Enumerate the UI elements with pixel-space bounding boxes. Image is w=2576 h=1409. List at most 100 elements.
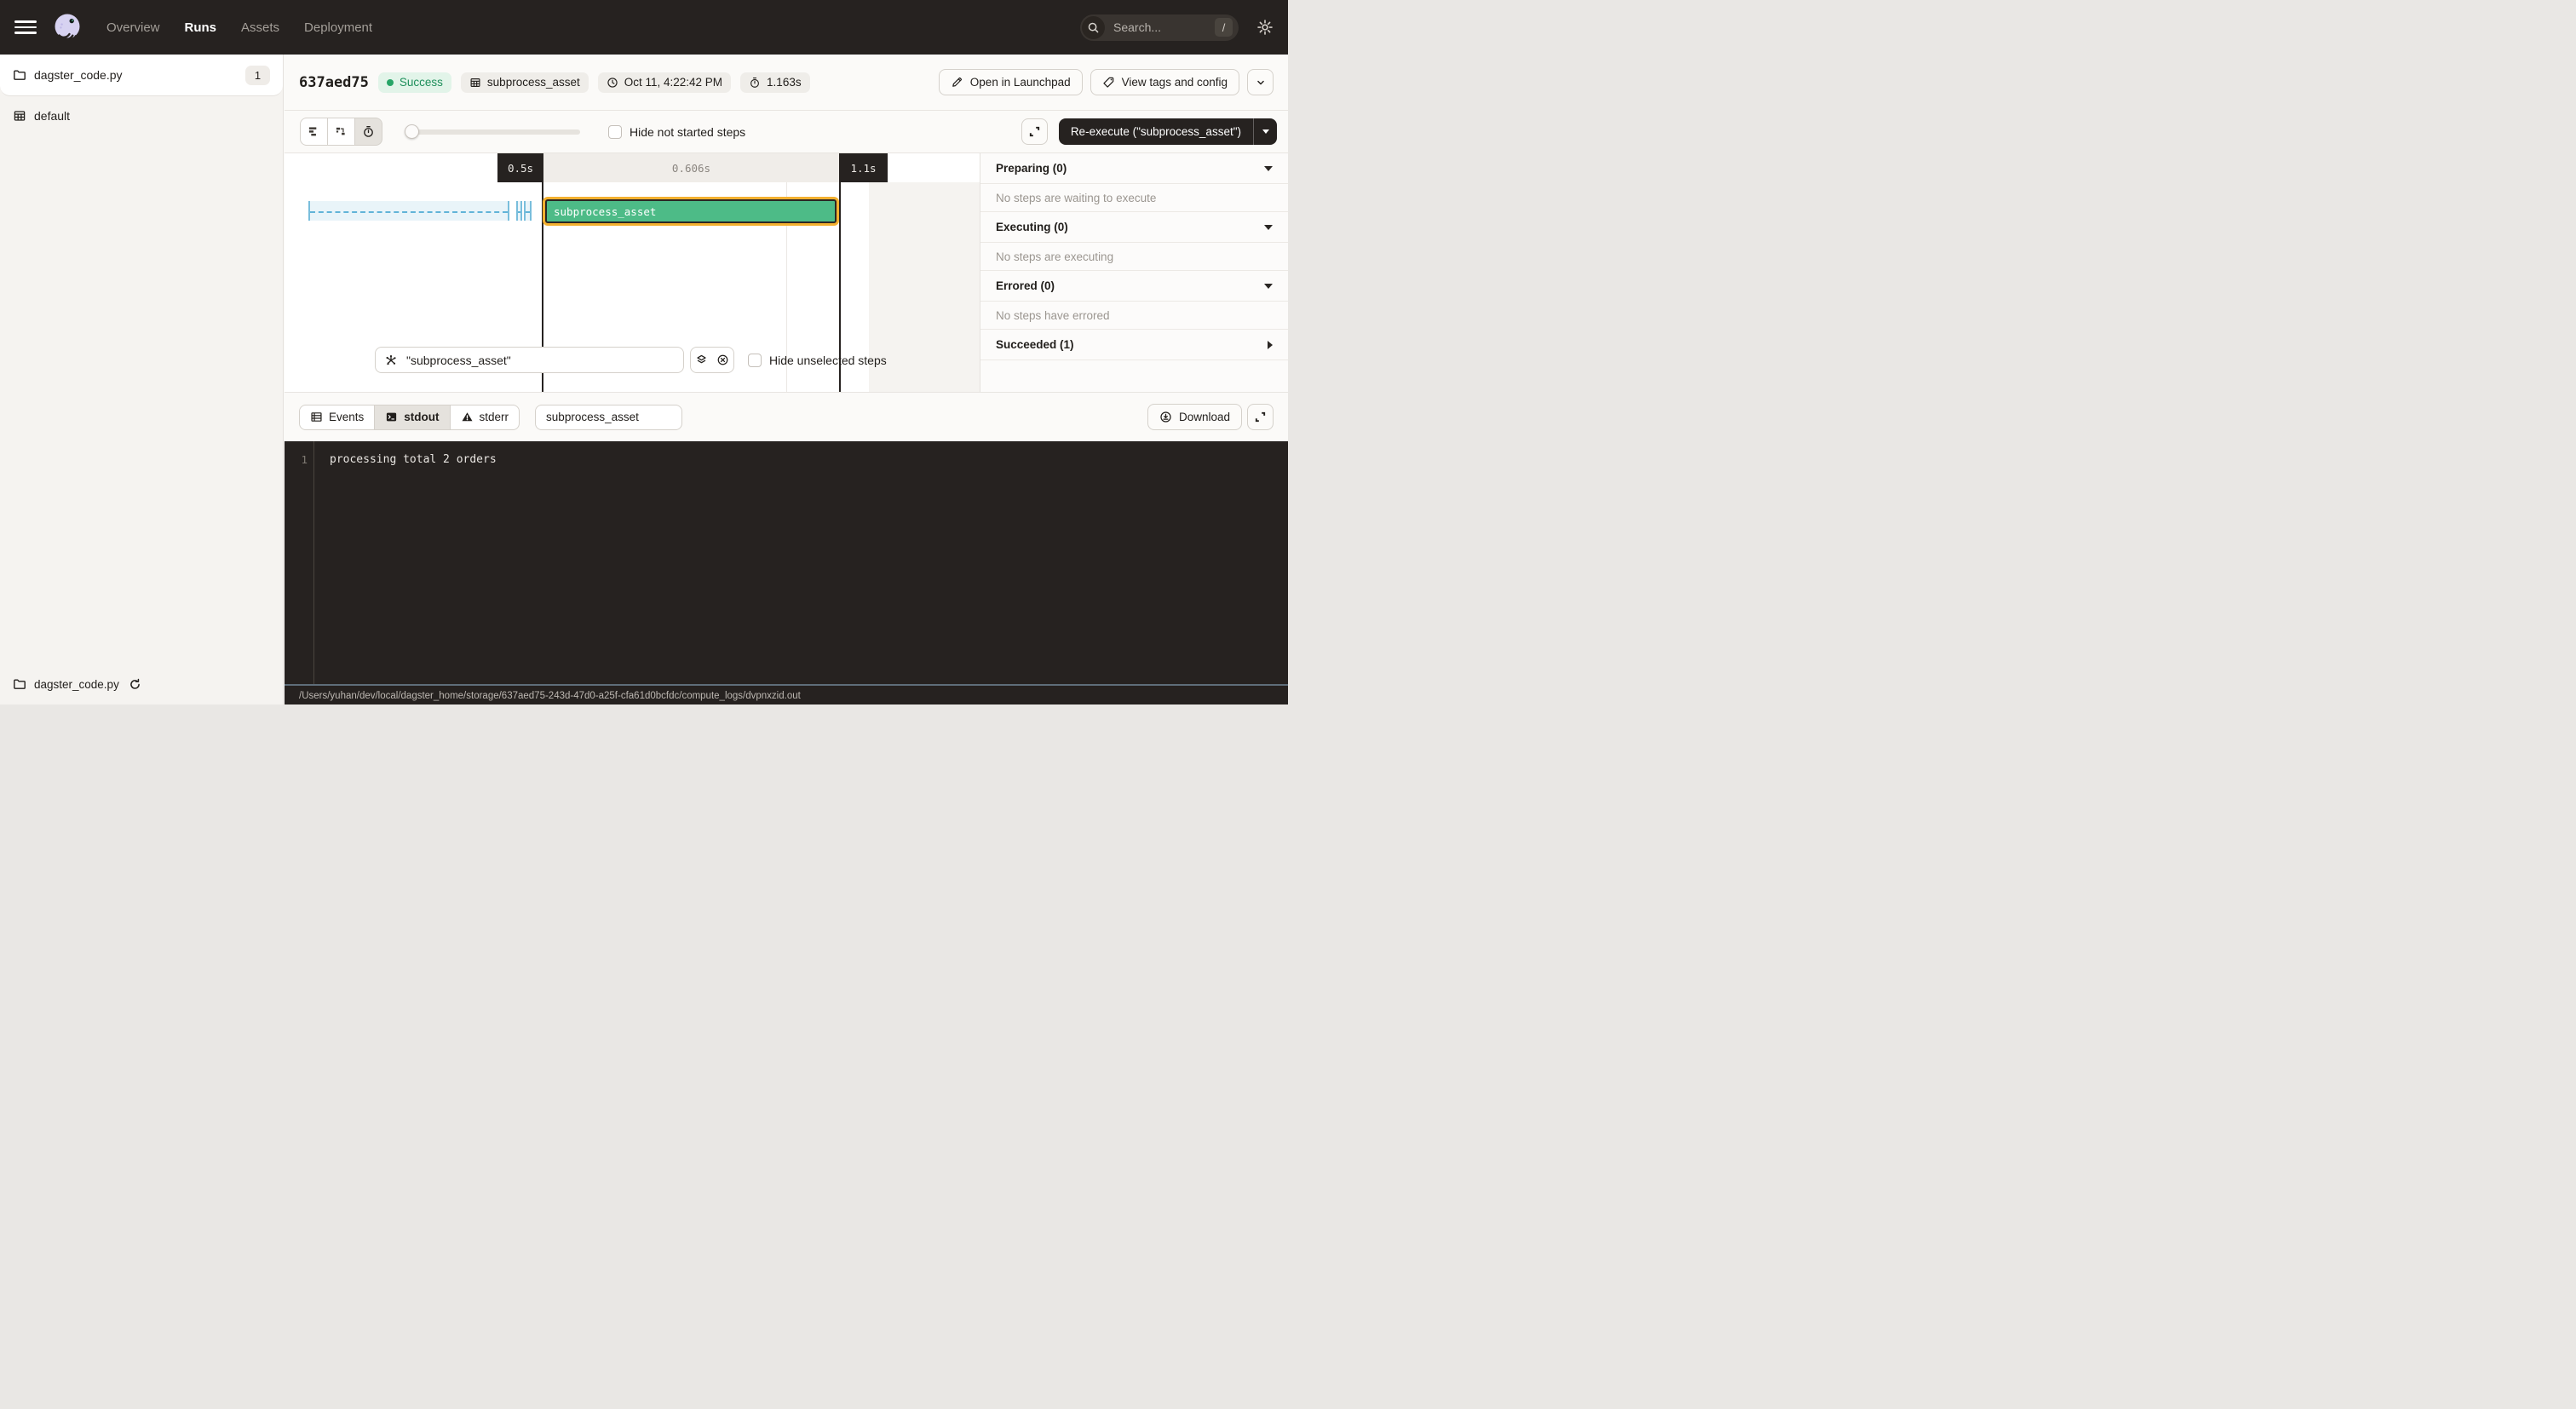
log-fullscreen-button[interactable] <box>1247 404 1274 430</box>
download-log-button[interactable]: Download <box>1147 404 1242 430</box>
fullscreen-icon <box>1254 411 1267 423</box>
nav-item-runs[interactable]: Runs <box>185 20 217 35</box>
tab-events-label: Events <box>329 411 364 423</box>
job-tag[interactable]: subprocess_asset <box>461 72 589 93</box>
repository-grid-icon <box>13 109 26 123</box>
flat-list-icon <box>308 125 320 138</box>
expand-triangle-icon <box>1268 341 1273 349</box>
log-gutter-divider <box>313 441 314 684</box>
apply-filter-layers-button[interactable] <box>691 348 712 372</box>
pencil-icon <box>951 76 963 89</box>
duration-tag: 1.163s <box>740 72 810 93</box>
sidebar-item-default-repo[interactable]: default <box>0 96 283 135</box>
code-location-item[interactable]: dagster_code.py 1 <box>0 55 283 96</box>
log-step-selector[interactable]: subprocess_asset <box>535 405 682 430</box>
tag-icon <box>1102 76 1115 89</box>
gantt-view-mode-group <box>300 118 382 146</box>
nav-item-deployment[interactable]: Deployment <box>304 20 372 35</box>
caret-down-icon <box>1262 129 1269 134</box>
section-title: Preparing (0) <box>996 162 1067 175</box>
reload-icon[interactable] <box>129 678 141 691</box>
repository-label: default <box>34 109 70 123</box>
panel-section-errored-body: No steps have errored <box>980 302 1288 330</box>
reexecute-label[interactable]: Re-execute ("subprocess_asset") <box>1059 118 1253 145</box>
global-search[interactable]: / <box>1080 14 1239 41</box>
nav-item-overview[interactable]: Overview <box>106 20 160 35</box>
gantt-duration-strip: 0.606s <box>543 153 839 182</box>
primary-nav: Overview Runs Assets Deployment <box>106 20 372 35</box>
gantt-zoom-slider-handle[interactable] <box>405 124 419 139</box>
search-input[interactable] <box>1112 20 1215 35</box>
gantt-chart[interactable]: 0.606s 0.5s 1.1s subprocess_asset <box>285 153 980 392</box>
log-line-text: processing total 2 orders <box>330 452 497 468</box>
left-sidebar: dagster_code.py 1 default dagster_code.p… <box>0 55 284 704</box>
tab-stdout-label: stdout <box>404 411 439 423</box>
gantt-zoom-slider[interactable] <box>406 129 580 135</box>
chevron-down-icon <box>1255 77 1267 89</box>
log-tab-group: Events stdout stderr <box>299 405 520 430</box>
panel-section-succeeded[interactable]: Succeeded (1) <box>980 330 1288 360</box>
open-in-launchpad-button[interactable]: Open in Launchpad <box>939 69 1083 95</box>
start-time-label: Oct 11, 4:22:42 PM <box>624 76 722 89</box>
log-line-number: 1 <box>285 452 308 468</box>
layers-icon <box>695 354 708 366</box>
section-title: Succeeded (1) <box>996 338 1074 351</box>
tab-events[interactable]: Events <box>299 405 375 430</box>
log-step-selector-value: subprocess_asset <box>546 411 639 423</box>
events-table-icon <box>310 411 323 423</box>
collapse-triangle-icon <box>1264 166 1273 171</box>
hide-unselected-checkbox[interactable] <box>748 354 762 367</box>
reexecute-dropdown-button[interactable] <box>1254 118 1277 145</box>
tab-stdout[interactable]: stdout <box>375 405 450 430</box>
dagster-logo-icon[interactable] <box>50 10 84 44</box>
log-actions: Download <box>1147 404 1274 430</box>
hide-unselected-checkbox-row[interactable]: Hide unselected steps <box>748 354 887 367</box>
gantt-start-marker-label: 0.5s <box>508 162 533 175</box>
stdout-log-viewer[interactable]: 1 processing total 2 orders <box>285 441 1288 684</box>
search-icon <box>1082 16 1105 39</box>
gantt-step-bar-subprocess-asset[interactable]: subprocess_asset <box>545 199 837 223</box>
status-dot-icon <box>387 79 394 86</box>
hide-not-started-checkbox[interactable] <box>608 125 622 139</box>
section-empty-text: No steps are waiting to execute <box>996 192 1156 204</box>
folder-icon <box>13 68 26 82</box>
view-mode-waterfall-button[interactable] <box>328 118 355 146</box>
gantt-duration-label: 0.606s <box>672 162 710 175</box>
step-filter-input[interactable] <box>405 353 675 368</box>
hide-not-started-checkbox-row[interactable]: Hide not started steps <box>608 125 745 139</box>
run-more-actions-button[interactable] <box>1247 69 1274 95</box>
collapse-triangle-icon <box>1264 225 1273 230</box>
section-title: Errored (0) <box>996 279 1055 292</box>
clear-filter-button[interactable] <box>712 348 733 372</box>
view-tags-config-button[interactable]: View tags and config <box>1090 69 1239 95</box>
gantt-start-marker: 0.5s <box>497 153 543 182</box>
tab-stderr[interactable]: stderr <box>451 405 520 430</box>
step-status-panel: Preparing (0) No steps are waiting to ex… <box>980 153 1288 392</box>
run-id: 637aed75 <box>299 74 369 91</box>
warning-triangle-icon <box>461 411 474 423</box>
tab-stderr-label: stderr <box>480 411 509 423</box>
step-filter-input-wrap[interactable] <box>375 347 684 373</box>
settings-gear-icon[interactable] <box>1256 19 1274 36</box>
step-filter-actions <box>690 347 734 373</box>
panel-section-executing[interactable]: Executing (0) <box>980 212 1288 243</box>
view-mode-timed-button[interactable] <box>355 118 382 146</box>
panel-section-preparing[interactable]: Preparing (0) <box>980 153 1288 184</box>
nav-item-assets[interactable]: Assets <box>241 20 279 35</box>
gantt-fullscreen-button[interactable] <box>1021 118 1048 145</box>
hamburger-menu-icon[interactable] <box>14 16 37 38</box>
step-graph-icon <box>384 354 398 367</box>
fullscreen-icon <box>1028 125 1041 138</box>
run-status-badge: Success <box>378 72 451 93</box>
job-tag-label: subprocess_asset <box>487 76 580 89</box>
section-title: Executing (0) <box>996 221 1068 233</box>
sidebar-footer: dagster_code.py <box>0 664 283 704</box>
stopwatch-icon <box>362 125 375 138</box>
gantt-end-marker: 1.1s <box>839 153 888 182</box>
code-location-label: dagster_code.py <box>34 68 123 82</box>
view-mode-flat-button[interactable] <box>300 118 328 146</box>
reexecute-split-button[interactable]: Re-execute ("subprocess_asset") <box>1059 118 1277 145</box>
panel-section-executing-body: No steps are executing <box>980 243 1288 271</box>
panel-section-errored[interactable]: Errored (0) <box>980 271 1288 302</box>
log-toolbar: Events stdout stderr <box>285 393 1288 441</box>
